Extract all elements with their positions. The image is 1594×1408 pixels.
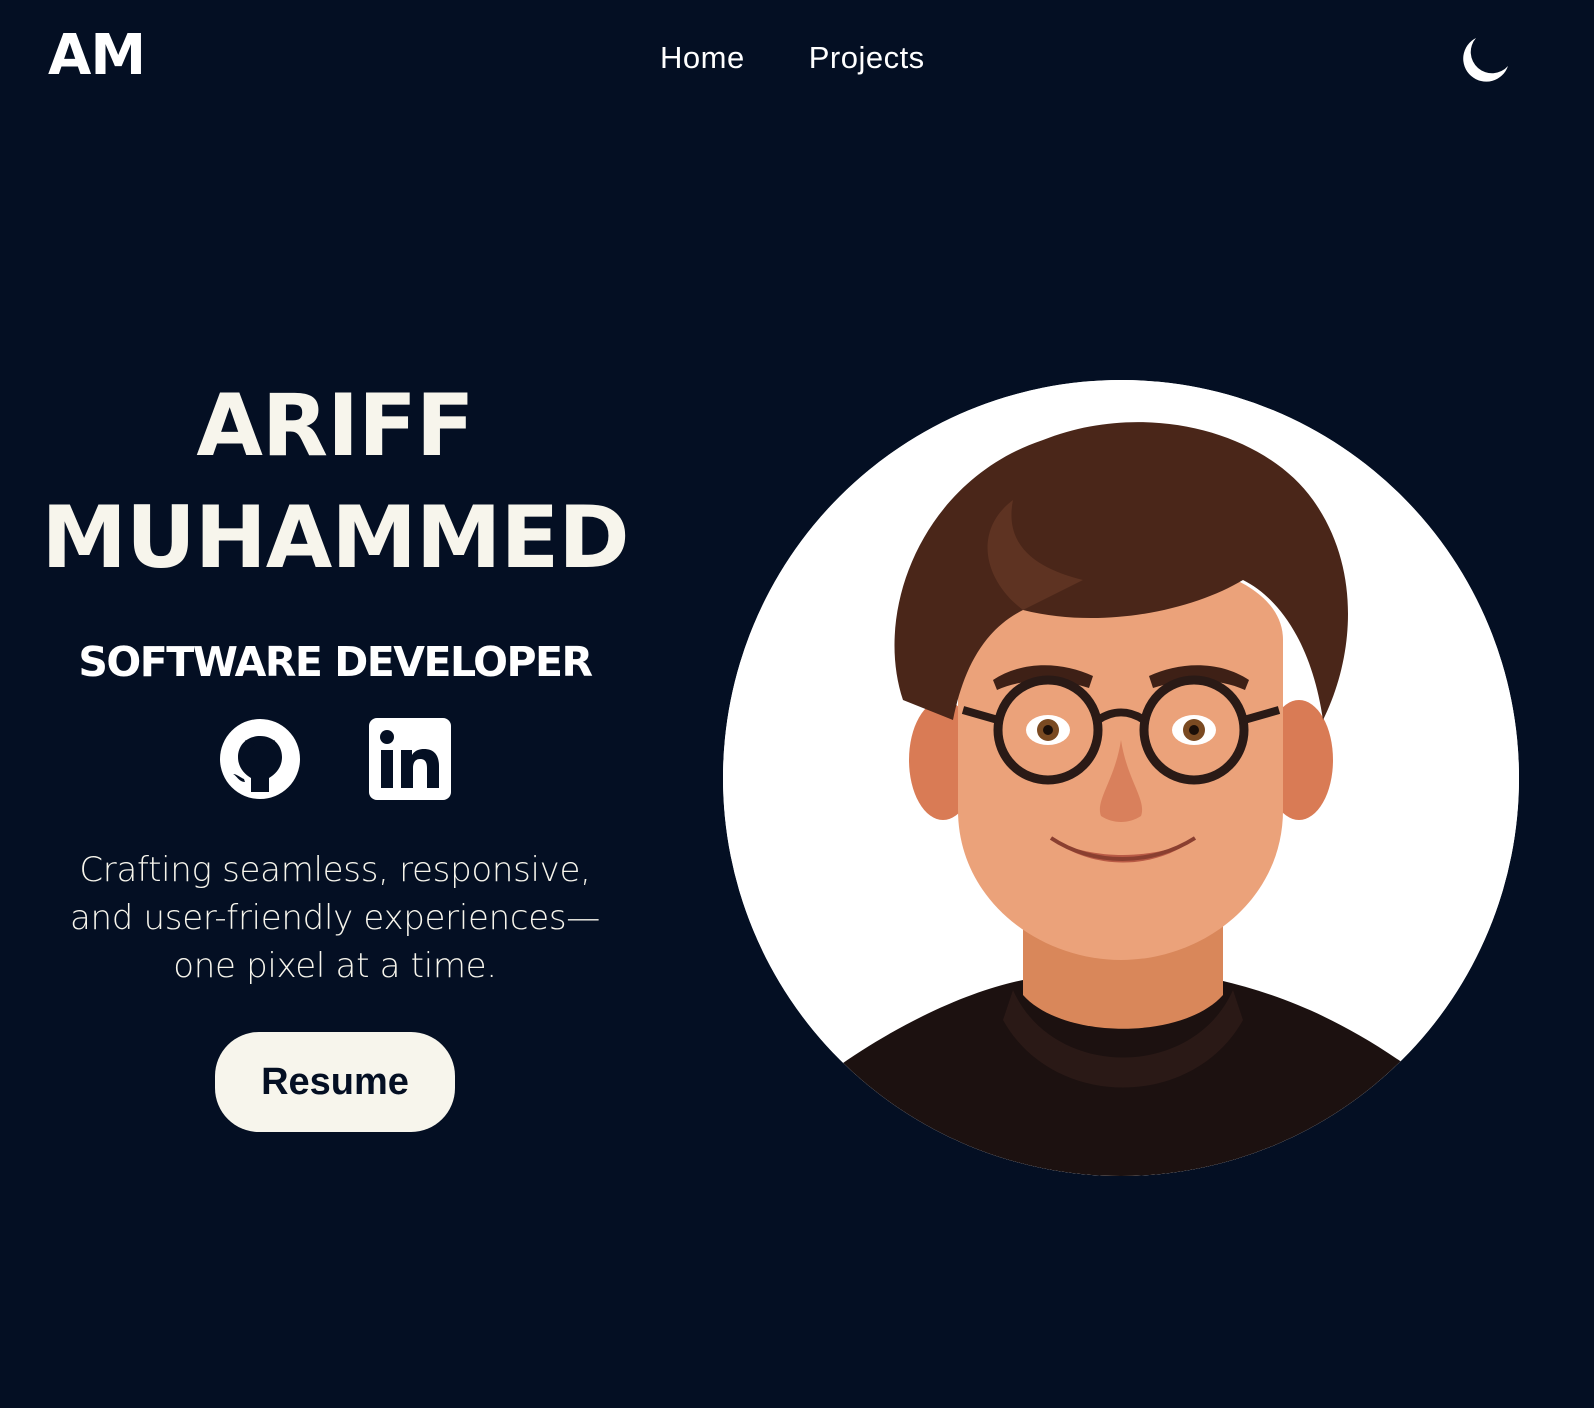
avatar-illustration (723, 380, 1519, 1176)
linkedin-link[interactable] (367, 716, 453, 802)
profile-avatar (723, 380, 1519, 1176)
hero-intro: ARIFF MUHAMMED SOFTWARE DEVELOPER Crafti… (20, 370, 650, 1132)
resume-button[interactable]: Resume (215, 1032, 455, 1132)
main-nav: Home Projects (660, 40, 925, 76)
site-logo[interactable]: AM (48, 28, 146, 84)
linkedin-icon (369, 718, 451, 800)
github-link[interactable] (217, 716, 303, 802)
moon-icon (1463, 38, 1508, 82)
social-links (20, 716, 650, 802)
hero-name-last: MUHAMMED (41, 488, 629, 588)
hero-name: ARIFF MUHAMMED (20, 370, 650, 594)
nav-projects-link[interactable]: Projects (809, 40, 925, 76)
github-icon (220, 719, 300, 799)
hero-name-first: ARIFF (196, 376, 474, 476)
theme-toggle-button[interactable] (1458, 30, 1516, 88)
hero-role: SOFTWARE DEVELOPER (78, 638, 593, 686)
hero-tagline: Crafting seamless, responsive, and user-… (69, 850, 600, 986)
nav-home-link[interactable]: Home (660, 40, 745, 76)
